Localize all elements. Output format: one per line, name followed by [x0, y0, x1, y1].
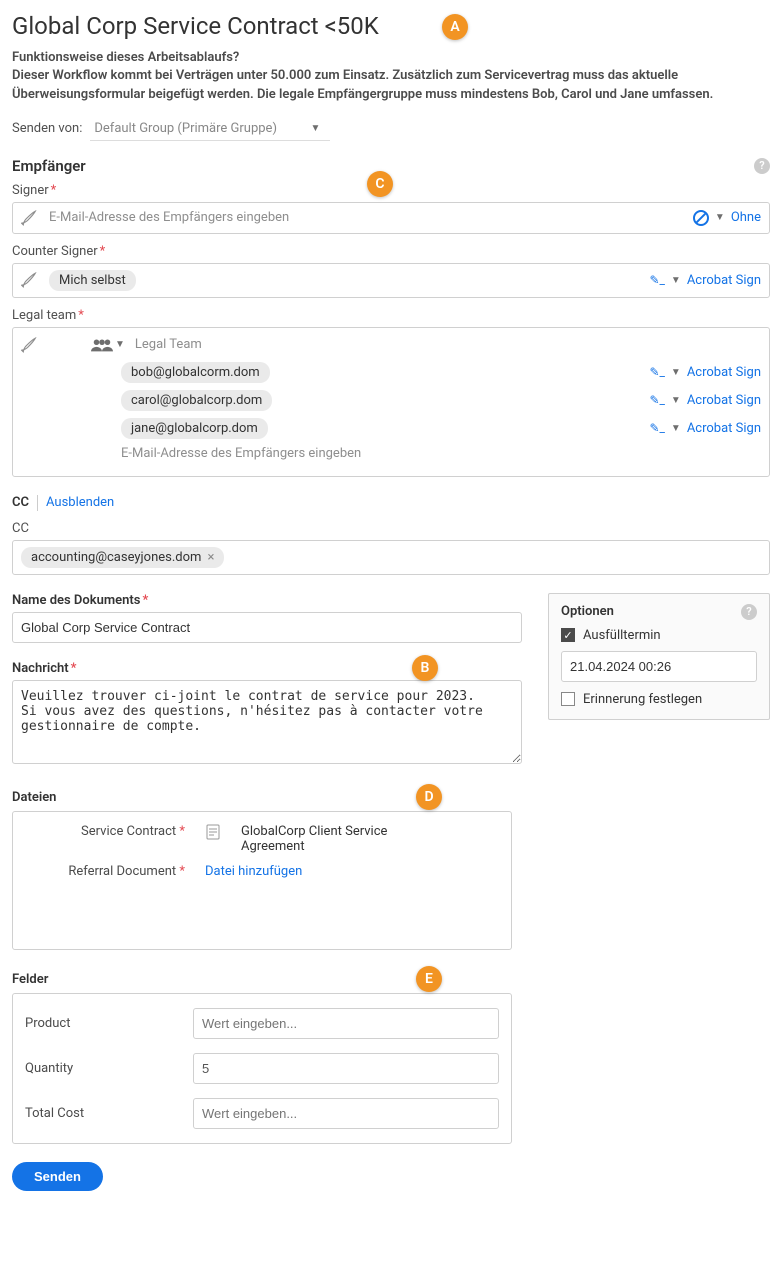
field-label: Product — [25, 1016, 175, 1031]
file-row: Referral Document * Datei hinzufügen — [25, 864, 499, 879]
cc-label: CC — [12, 521, 770, 536]
send-from-value: Default Group (Primäre Gruppe) — [94, 121, 277, 136]
file-label-text: Referral Document — [68, 864, 176, 879]
divider — [37, 495, 38, 511]
legalteam-member-row: bob@globalcorm.dom ✎_ ▼ Acrobat Sign — [121, 362, 761, 383]
countersigner-auth-label: Acrobat Sign — [687, 273, 761, 288]
field-row: Total Cost — [25, 1098, 499, 1129]
file-row: Service Contract * GlobalCorp Client Ser… — [25, 824, 499, 854]
options-panel: Optionen ? ✓ Ausfülltermin Erinnerung fe… — [548, 593, 770, 720]
cc-panel[interactable]: accounting@caseyjones.dom × — [12, 540, 770, 575]
signature-icon: ✎_ — [649, 273, 664, 287]
signature-icon: ✎_ — [649, 421, 664, 435]
deadline-label: Ausfülltermin — [583, 628, 661, 643]
countersigner-label: Counter Signer — [12, 244, 770, 259]
recipients-heading: Empfänger — [12, 157, 86, 175]
page-title: Global Corp Service Contract <50K — [12, 12, 770, 40]
legalteam-add-row[interactable]: E-Mail-Adresse des Empfängers eingeben — [121, 446, 761, 461]
legalteam-member-auth-label: Acrobat Sign — [687, 393, 761, 408]
legalteam-member-chip[interactable]: carol@globalcorp.dom — [121, 390, 272, 411]
cc-heading: CC — [12, 495, 29, 510]
pen-icon — [21, 336, 39, 354]
legalteam-name: Legal Team — [135, 337, 202, 352]
legalteam-label: Legal team — [12, 308, 770, 323]
help-icon[interactable]: ? — [741, 604, 757, 620]
options-heading: Optionen — [561, 604, 614, 620]
workflow-description: Dieser Workflow kommt bei Verträgen unte… — [12, 67, 770, 105]
checkbox-icon — [561, 692, 575, 706]
field-label: Total Cost — [25, 1106, 175, 1121]
cc-chip-text: accounting@caseyjones.dom — [31, 550, 201, 565]
group-icon[interactable]: ▼ — [91, 338, 125, 352]
field-row: Product — [25, 1008, 499, 1039]
callout-a: A — [442, 14, 468, 40]
document-icon — [205, 824, 221, 854]
legalteam-member-auth[interactable]: ✎_ ▼ Acrobat Sign — [649, 365, 761, 380]
deadline-checkbox-row[interactable]: ✓ Ausfülltermin — [561, 628, 757, 643]
legalteam-panel: ▼ Legal Team bob@globalcorm.dom ✎_ ▼ Acr… — [12, 327, 770, 477]
close-icon[interactable]: × — [207, 550, 214, 565]
docname-label: Name des Dokuments — [12, 593, 522, 608]
files-panel: Service Contract * GlobalCorp Client Ser… — [12, 811, 512, 950]
cc-hide-link[interactable]: Ausblenden — [46, 495, 114, 510]
legalteam-member-auth[interactable]: ✎_ ▼ Acrobat Sign — [649, 393, 761, 408]
chevron-down-icon: ▼ — [671, 275, 681, 286]
countersigner-auth-select[interactable]: ✎_ ▼ Acrobat Sign — [649, 273, 761, 288]
pen-icon — [21, 271, 39, 289]
checkbox-checked-icon: ✓ — [561, 628, 575, 642]
deadline-input[interactable] — [561, 651, 757, 682]
help-icon[interactable]: ? — [754, 158, 770, 174]
field-input-quantity[interactable] — [193, 1053, 499, 1084]
countersigner-panel: Mich selbst ✎_ ▼ Acrobat Sign — [12, 263, 770, 298]
field-label: Quantity — [25, 1061, 175, 1076]
legalteam-member-auth-label: Acrobat Sign — [687, 421, 761, 436]
none-icon — [693, 210, 709, 226]
callout-d: D — [416, 784, 442, 810]
cc-chip[interactable]: accounting@caseyjones.dom × — [21, 547, 224, 568]
legalteam-member-auth-label: Acrobat Sign — [687, 365, 761, 380]
file-label-text: Service Contract — [81, 824, 176, 839]
field-input-product[interactable] — [193, 1008, 499, 1039]
message-textarea[interactable] — [12, 680, 522, 764]
docname-input[interactable] — [12, 612, 522, 643]
signer-auth-select[interactable]: ▼ Ohne — [693, 210, 761, 226]
signer-input[interactable]: E-Mail-Adresse des Empfängers eingeben — [49, 210, 683, 225]
send-button[interactable]: Senden — [12, 1162, 103, 1191]
fields-panel: Product Quantity Total Cost — [12, 993, 512, 1144]
legalteam-member-chip[interactable]: jane@globalcorp.dom — [121, 418, 268, 439]
legalteam-member-row: carol@globalcorp.dom ✎_ ▼ Acrobat Sign — [121, 390, 761, 411]
signature-icon: ✎_ — [649, 393, 664, 407]
add-file-link[interactable]: Datei hinzufügen — [205, 864, 302, 879]
legalteam-member-auth[interactable]: ✎_ ▼ Acrobat Sign — [649, 421, 761, 436]
chevron-down-icon: ▼ — [671, 423, 681, 434]
countersigner-chip[interactable]: Mich selbst — [49, 270, 136, 291]
workflow-subheading: Funktionsweise dieses Arbeitsablaufs? — [12, 50, 770, 65]
chevron-down-icon: ▼ — [671, 367, 681, 378]
field-input-totalcost[interactable] — [193, 1098, 499, 1129]
chevron-down-icon: ▼ — [715, 212, 725, 223]
legalteam-member-row: jane@globalcorp.dom ✎_ ▼ Acrobat Sign — [121, 418, 761, 439]
callout-e: E — [416, 966, 442, 992]
callout-b: B — [412, 655, 438, 681]
reminder-label: Erinnerung festlegen — [583, 692, 702, 707]
reminder-checkbox-row[interactable]: Erinnerung festlegen — [561, 692, 757, 707]
pen-icon — [21, 209, 39, 227]
callout-c: C — [367, 171, 393, 197]
send-from-label: Senden von: — [12, 121, 82, 136]
chevron-down-icon: ▼ — [115, 339, 125, 350]
signer-panel: E-Mail-Adresse des Empfängers eingeben ▼… — [12, 202, 770, 234]
legalteam-member-chip[interactable]: bob@globalcorm.dom — [121, 362, 270, 383]
field-row: Quantity — [25, 1053, 499, 1084]
chevron-down-icon: ▼ — [310, 123, 320, 134]
file-name: GlobalCorp Client Service Agreement — [241, 824, 421, 854]
signer-auth-label: Ohne — [731, 210, 761, 225]
files-heading: Dateien — [12, 790, 522, 805]
fields-heading: Felder — [12, 972, 522, 987]
send-from-select[interactable]: Default Group (Primäre Gruppe) ▼ — [90, 117, 330, 141]
message-label: Nachricht — [12, 661, 522, 676]
legalteam-add-placeholder: E-Mail-Adresse des Empfängers eingeben — [121, 446, 361, 461]
signature-icon: ✎_ — [649, 365, 664, 379]
chevron-down-icon: ▼ — [671, 395, 681, 406]
